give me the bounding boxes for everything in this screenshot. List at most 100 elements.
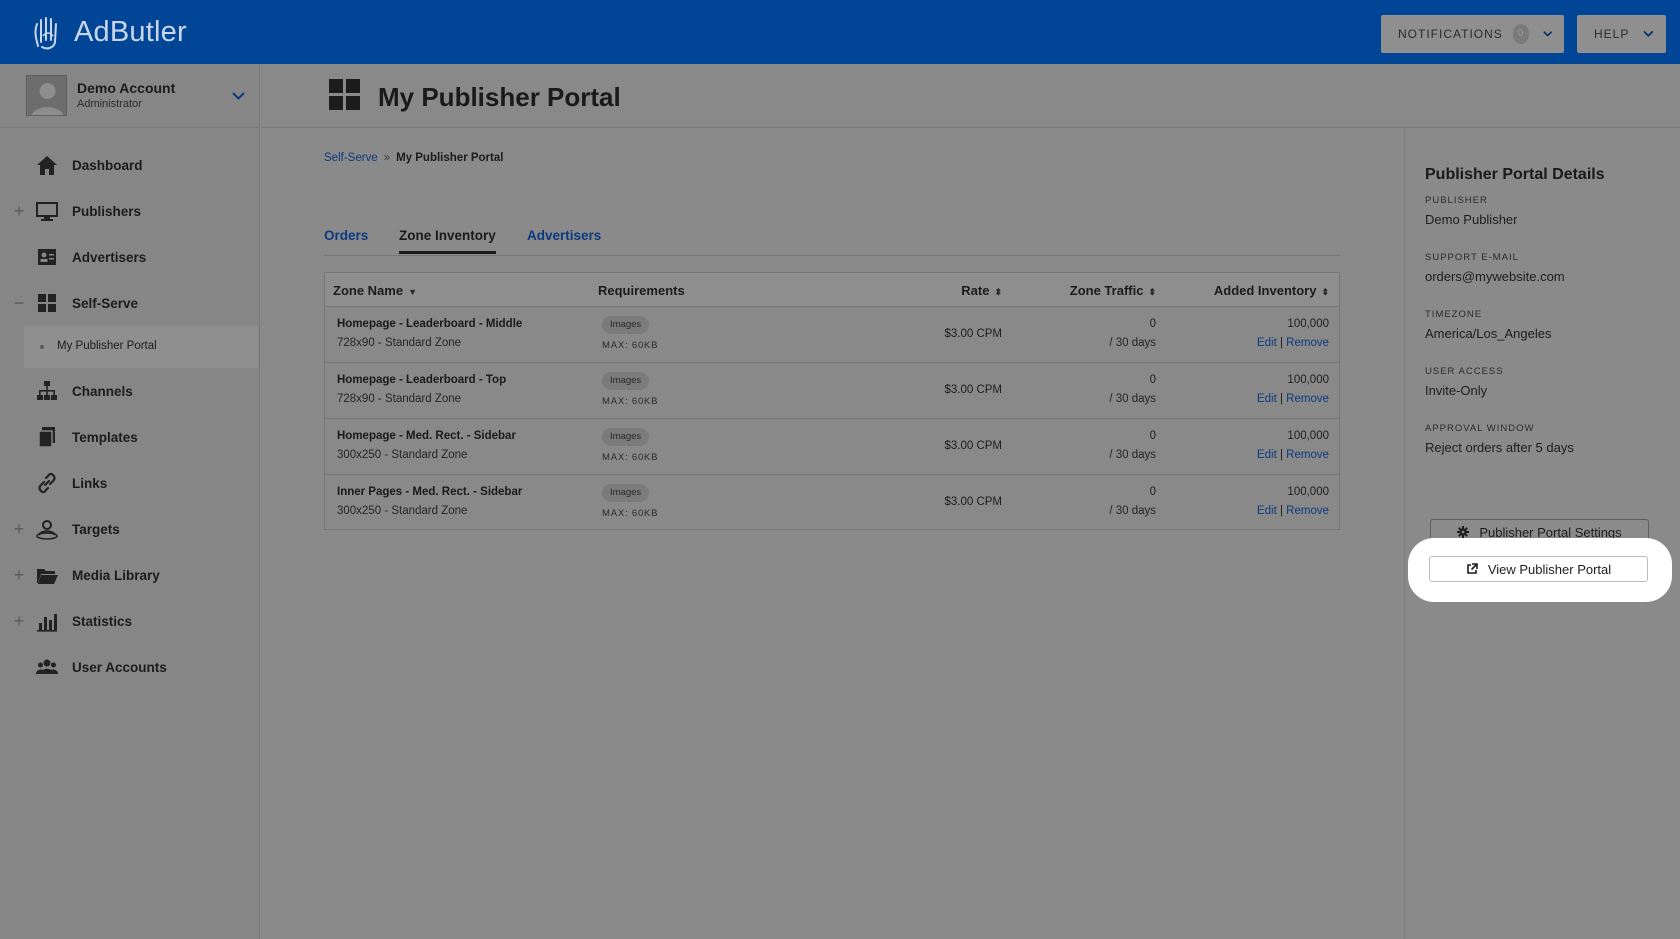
expand-plus-icon[interactable]: + xyxy=(12,565,26,586)
sidebar-item-templates[interactable]: Templates xyxy=(0,417,260,457)
column-header-rate[interactable]: Rate ⬍ xyxy=(961,283,1002,298)
zone-traffic: 0 xyxy=(1149,374,1156,386)
sort-icon: ⬍ xyxy=(1321,287,1329,297)
zone-size: 728x90 - Standard Zone xyxy=(337,393,462,405)
row-actions: Edit | Remove xyxy=(1257,393,1329,405)
zone-inventory-table: Zone Name ▼ Requirements Rate ⬍ Zone Traff… xyxy=(324,272,1340,530)
added-inventory: 100,000 xyxy=(1287,374,1329,386)
account-switcher[interactable]: Demo Account Administrator xyxy=(0,64,260,128)
publisher-value: Demo Publisher xyxy=(1425,212,1518,227)
zone-traffic: 0 xyxy=(1149,486,1156,498)
view-publisher-portal-button[interactable]: View Publisher Portal xyxy=(1429,556,1648,582)
zone-traffic: 0 xyxy=(1149,318,1156,330)
edit-link[interactable]: Edit xyxy=(1257,449,1277,461)
edit-link[interactable]: Edit xyxy=(1257,505,1277,517)
user-access-label: USER ACCESS xyxy=(1425,366,1504,377)
account-name: Demo Account xyxy=(77,80,176,96)
column-header-added-inventory[interactable]: Added Inventory ⬍ xyxy=(1214,283,1329,298)
max-size: MAX: 60KB xyxy=(602,452,659,463)
chevron-down-icon xyxy=(1643,30,1654,38)
top-bar: AdButler NOTIFICATIONS 0 HELP xyxy=(0,0,1680,64)
zone-traffic-period: / 30 days xyxy=(1109,505,1156,517)
remove-link[interactable]: Remove xyxy=(1286,337,1329,349)
target-user-icon xyxy=(36,520,58,540)
sidebar-item-label: Statistics xyxy=(72,613,133,629)
help-button[interactable]: HELP xyxy=(1577,15,1666,53)
rate: $3.00 CPM xyxy=(944,496,1002,508)
remove-link[interactable]: Remove xyxy=(1286,393,1329,405)
max-size: MAX: 60KB xyxy=(602,508,659,519)
sidebar-item-targets[interactable]: + Targets xyxy=(0,509,260,549)
sidebar-item-dashboard[interactable]: Dashboard xyxy=(0,145,260,185)
edit-link[interactable]: Edit xyxy=(1257,337,1277,349)
table-row: Homepage - Leaderboard - Top 728x90 - St… xyxy=(325,363,1339,419)
support-email-label: SUPPORT E-MAIL xyxy=(1425,252,1519,263)
column-header-zone-traffic[interactable]: Zone Traffic ⬍ xyxy=(1070,283,1156,298)
publisher-label: PUBLISHER xyxy=(1425,195,1488,206)
details-panel: Publisher Portal Details PUBLISHER Demo … xyxy=(1404,128,1680,939)
breadcrumb-link-self-serve[interactable]: Self-Serve xyxy=(324,152,378,164)
zone-size: 300x250 - Standard Zone xyxy=(337,449,468,461)
notifications-button[interactable]: NOTIFICATIONS 0 xyxy=(1381,15,1564,53)
requirement-badge: Images xyxy=(602,428,650,446)
sidebar-item-label: Channels xyxy=(72,383,133,399)
sidebar-item-publishers[interactable]: + Publishers xyxy=(0,191,260,231)
sidebar-item-label: Templates xyxy=(72,429,138,445)
sidebar-subitem-label: My Publisher Portal xyxy=(57,340,157,352)
sidebar-item-label: Links xyxy=(72,475,108,491)
sidebar-item-label: Targets xyxy=(72,521,120,537)
row-actions: Edit | Remove xyxy=(1257,449,1329,461)
chevron-down-icon[interactable] xyxy=(232,92,245,100)
sidebar-item-label: Media Library xyxy=(72,567,160,583)
action-separator: | xyxy=(1276,337,1287,349)
action-separator: | xyxy=(1276,505,1287,517)
sidebar-item-label: Advertisers xyxy=(72,249,147,265)
column-header-zone-name[interactable]: Zone Name ▼ xyxy=(333,283,417,298)
zone-size: 728x90 - Standard Zone xyxy=(337,337,462,349)
bar-chart-icon xyxy=(37,614,57,632)
collapse-minus-icon[interactable]: − xyxy=(12,293,26,314)
column-header-label: Zone Name xyxy=(333,283,404,298)
remove-link[interactable]: Remove xyxy=(1286,449,1329,461)
gear-icon xyxy=(1457,526,1470,538)
added-inventory: 100,000 xyxy=(1287,318,1329,330)
rate: $3.00 CPM xyxy=(944,328,1002,340)
tab-orders[interactable]: Orders xyxy=(324,228,368,243)
copy-icon xyxy=(38,427,55,448)
zone-name: Homepage - Med. Rect. - Sidebar xyxy=(337,430,516,442)
details-title: Publisher Portal Details xyxy=(1425,166,1605,183)
id-card-icon xyxy=(38,249,56,265)
sidebar-item-self-serve[interactable]: − Self-Serve xyxy=(0,283,260,323)
tab-advertisers[interactable]: Advertisers xyxy=(527,228,601,243)
page-header: My Publisher Portal xyxy=(261,64,1680,128)
bullet xyxy=(40,345,44,349)
zone-name: Homepage - Leaderboard - Top xyxy=(337,374,507,386)
expand-plus-icon[interactable]: + xyxy=(12,611,26,632)
sidebar-item-user-accounts[interactable]: User Accounts xyxy=(0,647,260,687)
sort-desc-icon: ▼ xyxy=(408,287,417,297)
user-access-value: Invite-Only xyxy=(1425,383,1488,398)
tab-zone-inventory[interactable]: Zone Inventory xyxy=(399,228,496,254)
sidebar-item-channels[interactable]: Channels xyxy=(0,371,260,411)
notifications-label: NOTIFICATIONS xyxy=(1398,27,1503,41)
breadcrumb-separator: » xyxy=(383,152,391,164)
rate: $3.00 CPM xyxy=(944,384,1002,396)
edit-link[interactable]: Edit xyxy=(1257,393,1277,405)
expand-plus-icon[interactable]: + xyxy=(12,201,26,222)
adbutler-logo[interactable]: AdButler xyxy=(30,12,187,52)
sidebar-item-media-library[interactable]: + Media Library xyxy=(0,555,260,595)
sidebar-item-statistics[interactable]: + Statistics xyxy=(0,601,260,641)
zone-name: Inner Pages - Med. Rect. - Sidebar xyxy=(337,486,523,498)
user-silhouette-icon xyxy=(31,83,64,115)
table-row: Inner Pages - Med. Rect. - Sidebar 300x2… xyxy=(325,475,1339,531)
sidebar-item-advertisers[interactable]: Advertisers xyxy=(0,237,260,277)
zone-traffic-period: / 30 days xyxy=(1109,393,1156,405)
sidebar-item-links[interactable]: Links xyxy=(0,463,260,503)
remove-link[interactable]: Remove xyxy=(1286,505,1329,517)
sidebar-subitem-my-publisher-portal[interactable]: My Publisher Portal xyxy=(24,326,258,368)
logo-text: AdButler xyxy=(74,15,187,48)
expand-plus-icon[interactable]: + xyxy=(12,519,26,540)
zone-size: 300x250 - Standard Zone xyxy=(337,505,468,517)
external-link-icon xyxy=(1467,563,1478,574)
users-icon xyxy=(36,659,58,674)
